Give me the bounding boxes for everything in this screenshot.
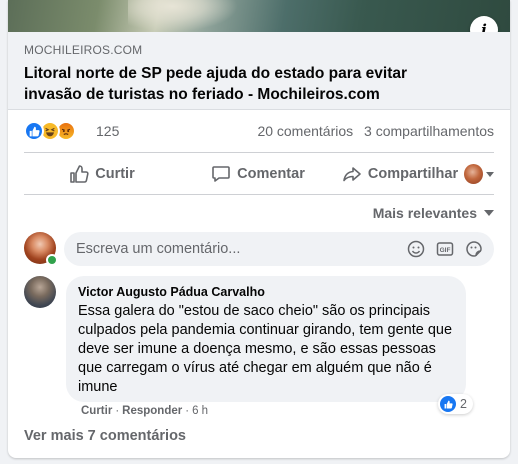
chevron-down-icon — [484, 210, 494, 216]
like-icon — [24, 121, 44, 141]
chevron-down-icon — [486, 171, 494, 177]
post-stats: 20 comentários 3 compartilhamentos — [257, 123, 494, 139]
reactions-summary: 125 20 comentários 3 compartilhamentos — [24, 121, 494, 143]
share-label: Compartilhar — [367, 166, 459, 182]
share-arrow-icon — [343, 167, 361, 182]
post-card: i MOCHILEIROS.COM Litoral norte de SP pe… — [8, 0, 510, 458]
share-button[interactable]: Compartilhar — [336, 156, 464, 192]
comment-text: Essa galera do "estou de saco cheio" são… — [78, 303, 453, 395]
avatar — [464, 164, 483, 184]
comment-composer: GIF — [64, 232, 494, 266]
comment-timestamp[interactable]: 6 h — [192, 405, 208, 417]
post-actions: Curtir Comentar Compartilhar — [24, 156, 494, 192]
shore-highlight — [128, 0, 238, 32]
reaction-count[interactable]: 125 — [96, 123, 119, 139]
thumbs-up-icon — [70, 165, 89, 183]
like-label: Curtir — [95, 166, 135, 182]
view-more-comments-link[interactable]: Ver mais 7 comentários — [24, 428, 186, 444]
online-status-icon — [46, 254, 58, 266]
separator-dot: · — [185, 405, 190, 417]
divider-top — [24, 152, 494, 153]
divider-bottom — [24, 194, 494, 195]
link-title[interactable]: Litoral norte de SP pede ajuda do estado… — [24, 63, 464, 105]
shares-count[interactable]: 3 compartilhamentos — [364, 123, 494, 139]
like-icon — [440, 396, 456, 412]
comments-count[interactable]: 20 comentários — [257, 123, 353, 139]
svg-text:GIF: GIF — [440, 247, 451, 254]
comment-like-button[interactable]: Curtir — [81, 405, 112, 417]
sort-label: Mais relevantes — [372, 205, 477, 221]
separator-dot: · — [115, 405, 120, 417]
comment-button[interactable]: Comentar — [180, 156, 336, 192]
gif-icon[interactable]: GIF — [435, 239, 455, 259]
emoji-icon[interactable] — [406, 239, 426, 259]
comment-reaction-count: 2 — [460, 397, 467, 411]
comment-input[interactable] — [64, 232, 384, 266]
sticker-icon[interactable] — [464, 239, 484, 259]
comment-reply-button[interactable]: Responder — [122, 405, 182, 417]
comment-bubble: Victor Augusto Pádua Carvalho Essa galer… — [66, 276, 466, 402]
link-domain: MOCHILEIROS.COM — [24, 43, 143, 57]
composer-icons: GIF — [397, 239, 484, 259]
comment-label: Comentar — [237, 166, 305, 182]
reaction-icons[interactable] — [24, 121, 86, 141]
avatar[interactable] — [24, 276, 56, 308]
comment-reaction-badge[interactable]: 2 — [438, 394, 473, 414]
link-preview-image[interactable] — [8, 0, 510, 32]
audience-selector[interactable] — [464, 156, 494, 192]
speech-bubble-icon — [212, 166, 230, 182]
link-preview-meta[interactable]: MOCHILEIROS.COM Litoral norte de SP pede… — [8, 32, 510, 110]
comment-author[interactable]: Victor Augusto Pádua Carvalho — [78, 284, 454, 300]
like-button[interactable]: Curtir — [24, 156, 180, 192]
comment-sort-dropdown[interactable]: Mais relevantes — [373, 205, 494, 221]
comment-actions: Curtir · Responder · 6 h — [81, 405, 208, 417]
